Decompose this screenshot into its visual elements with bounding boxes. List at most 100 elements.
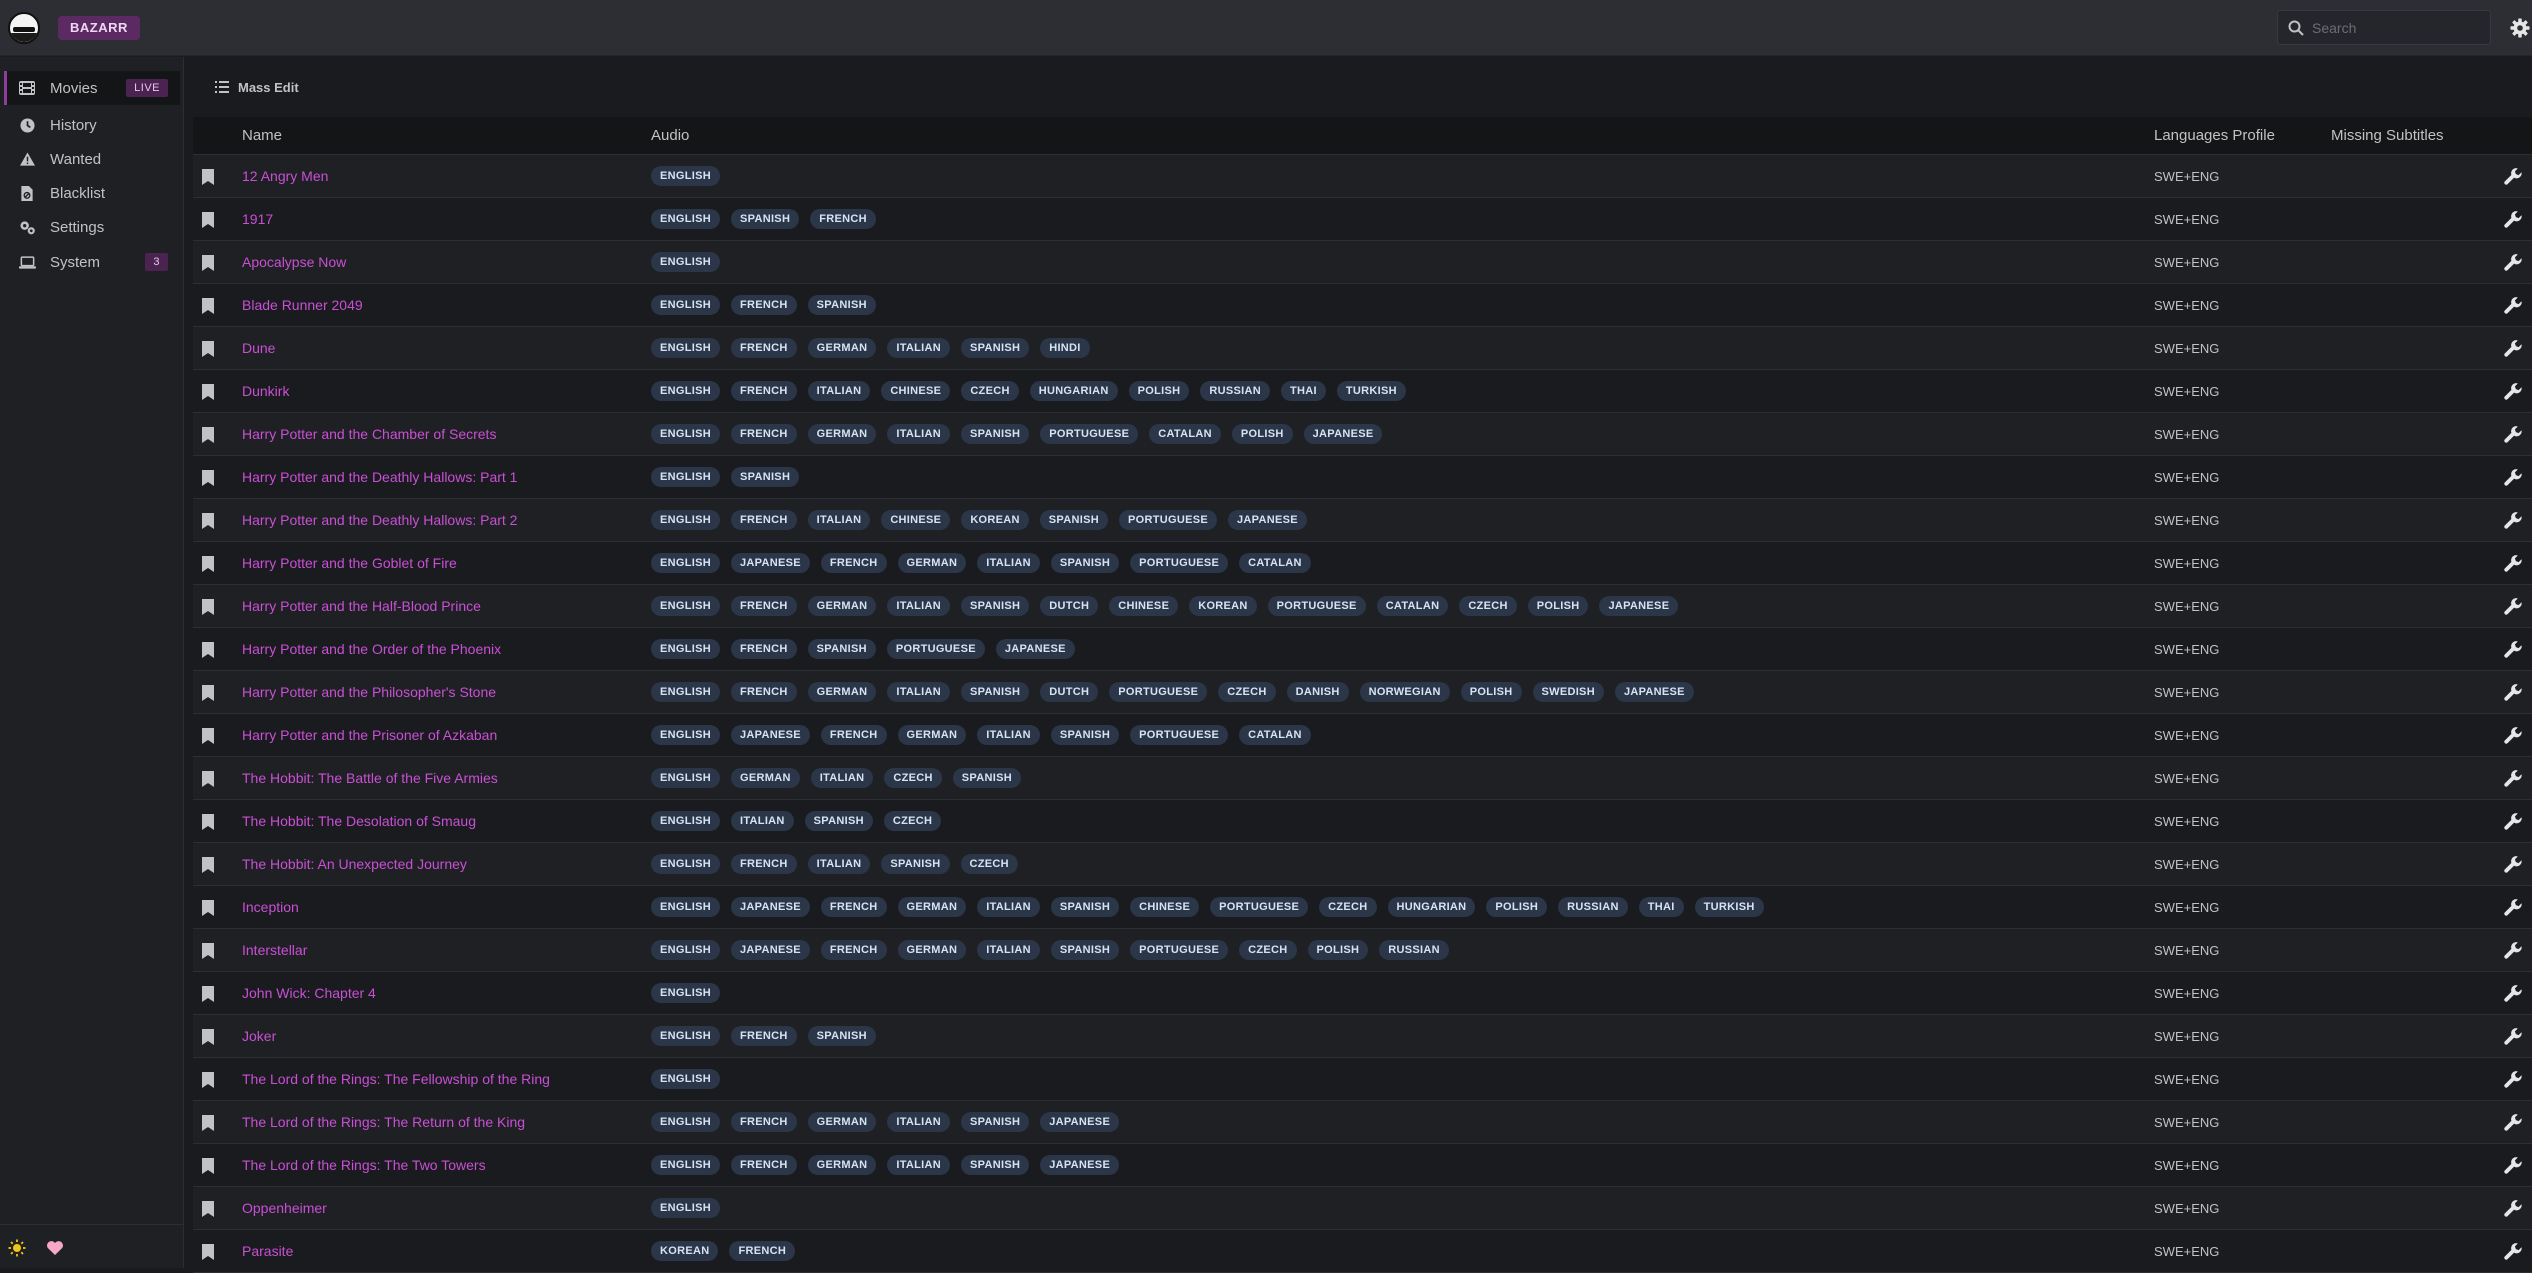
wrench-icon[interactable]	[2504, 770, 2522, 788]
bookmark-icon[interactable]	[201, 771, 215, 787]
wrench-icon[interactable]	[2504, 512, 2522, 530]
bookmark-icon[interactable]	[201, 384, 215, 400]
sidebar-item-wanted[interactable]: Wanted	[4, 142, 180, 176]
movie-title-link[interactable]: Harry Potter and the Prisoner of Azkaban	[242, 727, 497, 743]
wrench-icon[interactable]	[2504, 469, 2522, 487]
wrench-icon[interactable]	[2504, 1200, 2522, 1218]
bookmark-icon[interactable]	[201, 470, 215, 486]
wrench-icon[interactable]	[2504, 856, 2522, 874]
wrench-icon[interactable]	[2504, 426, 2522, 444]
bookmark-icon[interactable]	[201, 900, 215, 916]
wrench-icon[interactable]	[2504, 211, 2522, 229]
bookmark-icon[interactable]	[201, 728, 215, 744]
bookmark-icon[interactable]	[201, 642, 215, 658]
wrench-icon[interactable]	[2504, 813, 2522, 831]
wrench-icon[interactable]	[2504, 254, 2522, 272]
movie-title-link[interactable]: Harry Potter and the Order of the Phoeni…	[242, 641, 501, 657]
audio-language-badge: ITALIAN	[807, 381, 871, 401]
bookmark-icon[interactable]	[201, 1072, 215, 1088]
bookmark-icon[interactable]	[201, 1244, 215, 1260]
sidebar-item-system[interactable]: System 3	[4, 245, 180, 279]
movie-title-link[interactable]: John Wick: Chapter 4	[242, 985, 376, 1001]
bookmark-icon[interactable]	[201, 1201, 215, 1217]
bookmark-icon[interactable]	[201, 341, 215, 357]
search-box[interactable]	[2277, 10, 2491, 45]
column-header-languages-profile[interactable]: Languages Profile	[2154, 127, 2275, 144]
bookmark-icon[interactable]	[201, 513, 215, 529]
movie-title-link[interactable]: The Lord of the Rings: The Fellowship of…	[242, 1071, 550, 1087]
audio-language-badge: GERMAN	[807, 338, 877, 358]
bookmark-icon[interactable]	[201, 212, 215, 228]
movie-title-link[interactable]: Harry Potter and the Deathly Hallows: Pa…	[242, 512, 517, 528]
bookmark-icon[interactable]	[201, 685, 215, 701]
movie-title-link[interactable]: The Hobbit: The Battle of the Five Armie…	[242, 770, 498, 786]
movie-title-link[interactable]: Joker	[242, 1028, 276, 1044]
wrench-icon[interactable]	[2504, 1071, 2522, 1089]
wrench-icon[interactable]	[2504, 340, 2522, 358]
audio-language-badge: ENGLISH	[651, 209, 720, 229]
bookmark-icon[interactable]	[201, 1115, 215, 1131]
audio-language-badge: PORTUGUESE	[1040, 424, 1139, 444]
bookmark-icon[interactable]	[201, 298, 215, 314]
movie-title-link[interactable]: Harry Potter and the Philosopher's Stone	[242, 684, 496, 700]
movie-title-link[interactable]: Dune	[242, 340, 275, 356]
movie-title-link[interactable]: The Lord of the Rings: The Two Towers	[242, 1157, 486, 1173]
audio-language-badge: PORTUGUESE	[1267, 596, 1366, 616]
movie-title-link[interactable]: Dunkirk	[242, 383, 289, 399]
bookmark-icon[interactable]	[201, 556, 215, 572]
column-header-audio[interactable]: Audio	[651, 127, 689, 144]
sidebar-item-movies[interactable]: Movies LIVE	[4, 71, 180, 105]
wrench-icon[interactable]	[2504, 555, 2522, 573]
wrench-icon[interactable]	[2504, 168, 2522, 186]
bookmark-icon[interactable]	[201, 1029, 215, 1045]
movie-title-link[interactable]: Blade Runner 2049	[242, 297, 363, 313]
bookmark-icon[interactable]	[201, 986, 215, 1002]
wrench-icon[interactable]	[2504, 942, 2522, 960]
movie-title-link[interactable]: Interstellar	[242, 942, 307, 958]
movie-title-link[interactable]: The Hobbit: The Desolation of Smaug	[242, 813, 476, 829]
wrench-icon[interactable]	[2504, 641, 2522, 659]
heart-icon[interactable]	[46, 1239, 64, 1257]
movie-title-link[interactable]: Apocalypse Now	[242, 254, 346, 270]
search-input[interactable]	[2312, 11, 2487, 44]
bookmark-icon[interactable]	[201, 427, 215, 443]
wrench-icon[interactable]	[2504, 1028, 2522, 1046]
movie-title-link[interactable]: 1917	[242, 211, 273, 227]
sun-icon[interactable]	[8, 1239, 26, 1257]
bookmark-icon[interactable]	[201, 255, 215, 271]
movie-title-link[interactable]: Parasite	[242, 1243, 293, 1259]
column-header-missing-subtitles[interactable]: Missing Subtitles	[2331, 127, 2444, 144]
wrench-icon[interactable]	[2504, 727, 2522, 745]
mass-edit-button[interactable]: Mass Edit	[215, 75, 299, 99]
movie-title-link[interactable]: The Lord of the Rings: The Return of the…	[242, 1114, 525, 1130]
sidebar-item-blacklist[interactable]: Blacklist	[4, 176, 180, 210]
movie-title-link[interactable]: Oppenheimer	[242, 1200, 327, 1216]
movie-title-link[interactable]: Harry Potter and the Half-Blood Prince	[242, 598, 481, 614]
movie-title-link[interactable]: Harry Potter and the Deathly Hallows: Pa…	[242, 469, 517, 485]
wrench-icon[interactable]	[2504, 297, 2522, 315]
column-header-name[interactable]: Name	[242, 127, 282, 144]
wrench-icon[interactable]	[2504, 598, 2522, 616]
movie-title-link[interactable]: Harry Potter and the Chamber of Secrets	[242, 426, 496, 442]
wrench-icon[interactable]	[2504, 899, 2522, 917]
bookmark-icon[interactable]	[201, 857, 215, 873]
sidebar-item-history[interactable]: History	[4, 108, 180, 142]
sidebar-item-settings[interactable]: Settings	[4, 210, 180, 244]
movie-title-link[interactable]: The Hobbit: An Unexpected Journey	[242, 856, 467, 872]
bookmark-icon[interactable]	[201, 599, 215, 615]
movie-title-link[interactable]: 12 Angry Men	[242, 168, 328, 184]
wrench-icon[interactable]	[2504, 684, 2522, 702]
movie-title-link[interactable]: Inception	[242, 899, 299, 915]
wrench-icon[interactable]	[2504, 1114, 2522, 1132]
bookmark-icon[interactable]	[201, 814, 215, 830]
gear-icon[interactable]	[2510, 18, 2530, 38]
bookmark-icon[interactable]	[201, 943, 215, 959]
movie-title-link[interactable]: Harry Potter and the Goblet of Fire	[242, 555, 457, 571]
bookmark-icon[interactable]	[201, 1158, 215, 1174]
wrench-icon[interactable]	[2504, 1157, 2522, 1175]
wrench-icon[interactable]	[2504, 1243, 2522, 1261]
wrench-icon[interactable]	[2504, 985, 2522, 1003]
wrench-icon[interactable]	[2504, 383, 2522, 401]
bazarr-logo[interactable]	[8, 12, 40, 44]
bookmark-icon[interactable]	[201, 169, 215, 185]
